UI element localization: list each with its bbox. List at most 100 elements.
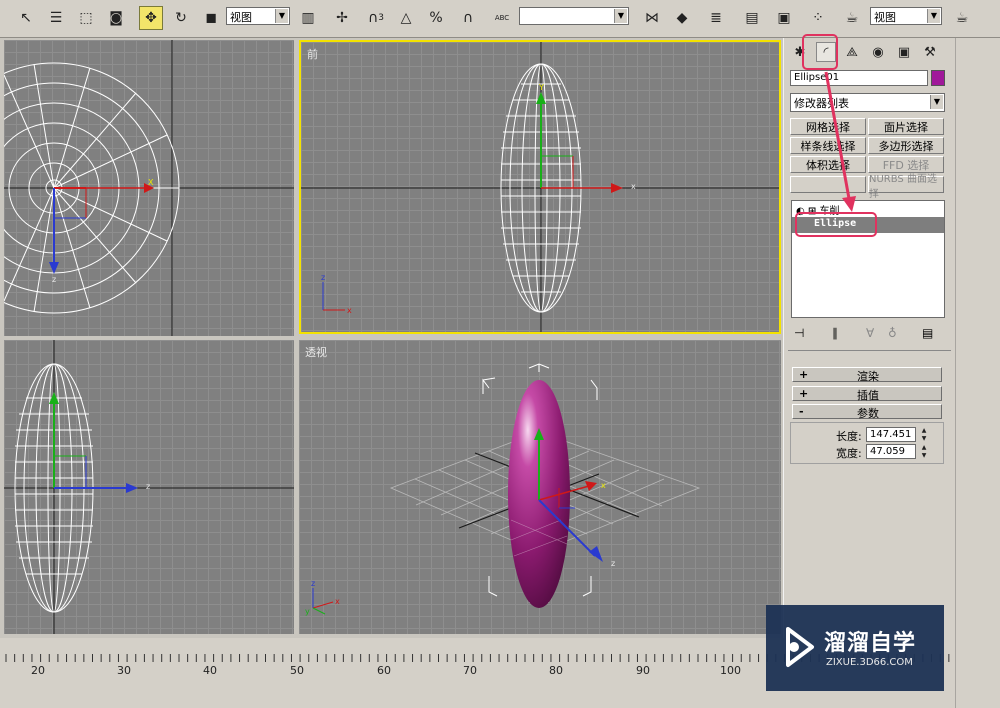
window-crossing-icon[interactable]: ◙ bbox=[104, 6, 128, 30]
abc-label: ABC bbox=[494, 14, 510, 22]
layer-manager-icon[interactable]: ≣ bbox=[704, 6, 728, 30]
svg-text:Y: Y bbox=[538, 83, 544, 92]
command-panel: ✱ ◜ ⟁ ◉ ▣ ⚒ Ellipse01 修改器列表 ▼ 网格选择 面片选择 … bbox=[783, 38, 955, 638]
divider bbox=[788, 350, 951, 351]
stack-item-highlight bbox=[795, 212, 877, 237]
select-move-icon[interactable]: ✥ bbox=[139, 6, 163, 30]
ruler-label: 90 bbox=[636, 664, 650, 677]
left-view-wireframe: z bbox=[4, 340, 294, 634]
configure-sets-icon[interactable]: ▤ bbox=[922, 326, 933, 340]
ruler-label: 50 bbox=[290, 664, 304, 677]
width-label: 宽度: bbox=[836, 447, 862, 460]
viewport-front[interactable]: 前 Y x z x bbox=[299, 40, 781, 334]
display-tab-icon[interactable]: ▣ bbox=[894, 42, 914, 62]
align-icon[interactable]: ◆ bbox=[670, 6, 694, 30]
logo-play-icon bbox=[786, 627, 814, 667]
viewport-left[interactable]: z bbox=[4, 340, 294, 634]
rollout-parameters[interactable]: - 参数 bbox=[792, 404, 942, 420]
select-object-icon[interactable]: ↖ bbox=[14, 6, 38, 30]
angle-snap-icon[interactable]: △ bbox=[394, 6, 418, 30]
modifier-list-value: 修改器列表 bbox=[794, 97, 849, 110]
chevron-down-icon: ▼ bbox=[930, 95, 943, 109]
svg-text:X: X bbox=[148, 178, 154, 187]
width-spinner[interactable]: ▲ ▼ bbox=[919, 444, 929, 460]
material-editor-icon[interactable]: ⁘ bbox=[806, 6, 830, 30]
chevron-down-icon: ▼ bbox=[927, 9, 940, 23]
width-input[interactable]: 47.059 bbox=[866, 444, 916, 459]
render-view-value: 视图 bbox=[874, 11, 896, 24]
watermark: 溜溜自学 ZIXUE.3D66.COM bbox=[766, 605, 944, 691]
perspective-view-render: x z z x y bbox=[305, 363, 701, 616]
viewport-perspective[interactable]: 透视 x z z x y bbox=[299, 340, 781, 634]
select-rotate-icon[interactable]: ↻ bbox=[169, 6, 193, 30]
ruler-label: 60 bbox=[377, 664, 391, 677]
curve-editor-icon[interactable]: ▤ bbox=[740, 6, 764, 30]
select-by-name-icon[interactable]: ☰ bbox=[44, 6, 68, 30]
select-scale-icon[interactable]: ◼ bbox=[199, 6, 223, 30]
patch-select-button[interactable]: 面片选择 bbox=[868, 118, 944, 135]
motion-tab-icon[interactable]: ◉ bbox=[868, 42, 888, 62]
length-spinner[interactable]: ▲ ▼ bbox=[919, 427, 929, 443]
reference-coord-combo[interactable]: 视图 ▼ bbox=[226, 7, 290, 25]
nurbs-select-button[interactable]: NURBS 曲面选择 bbox=[868, 174, 944, 200]
top-view-wireframe: X z bbox=[4, 40, 294, 336]
viewport-area: X z 前 Y x z x z 透视 x z z x y bbox=[0, 38, 783, 638]
reference-coord-value: 视图 bbox=[230, 11, 252, 24]
object-color-swatch[interactable] bbox=[931, 70, 945, 86]
svg-text:z: z bbox=[611, 559, 615, 568]
ruler-label: 80 bbox=[549, 664, 563, 677]
rollout-title: 插值 bbox=[857, 389, 879, 402]
ruler-label: 20 bbox=[31, 664, 45, 677]
modifier-list-combo[interactable]: 修改器列表 ▼ bbox=[790, 93, 945, 112]
hierarchy-tab-icon[interactable]: ⟁ bbox=[842, 42, 862, 62]
snap-toggle-icon[interactable]: ∩ 3 bbox=[364, 6, 388, 30]
snap-dimension-label: 3 bbox=[378, 13, 384, 23]
render-setup-icon[interactable]: ☕ bbox=[840, 6, 864, 30]
utilities-tab-icon[interactable]: ⚒ bbox=[920, 42, 940, 62]
length-label: 长度: bbox=[836, 430, 862, 443]
svg-text:z: z bbox=[52, 275, 56, 284]
rollout-title: 参数 bbox=[857, 407, 879, 420]
svg-text:z: z bbox=[311, 579, 315, 588]
svg-text:z: z bbox=[146, 482, 150, 491]
modify-tab-highlight bbox=[802, 34, 838, 70]
poly-select-button[interactable]: 多边形选择 bbox=[868, 137, 944, 154]
object-name-field[interactable]: Ellipse01 bbox=[790, 70, 928, 86]
named-selection-combo[interactable]: ▼ bbox=[519, 7, 629, 25]
spinner-snap-icon[interactable]: ∩ bbox=[456, 6, 480, 30]
manipulate-icon[interactable]: ✢ bbox=[330, 6, 354, 30]
spline-select-button[interactable]: 样条线选择 bbox=[790, 137, 866, 154]
edit-named-selection-icon[interactable]: ABC bbox=[490, 6, 514, 30]
length-input[interactable]: 147.451 bbox=[866, 427, 916, 442]
volume-select-button[interactable]: 体积选择 bbox=[790, 156, 866, 173]
ruler-label: 30 bbox=[117, 664, 131, 677]
svg-text:y: y bbox=[305, 607, 310, 616]
empty-modifier-button[interactable] bbox=[790, 176, 866, 193]
right-edge-strip bbox=[955, 38, 1000, 708]
remove-modifier-icon[interactable]: ♁ bbox=[888, 326, 897, 340]
pin-stack-icon[interactable]: ⊣ bbox=[794, 326, 804, 340]
viewport-top[interactable]: X z bbox=[4, 40, 294, 336]
svg-text:x: x bbox=[601, 481, 606, 490]
rollout-title: 渲染 bbox=[857, 370, 879, 383]
rollout-interpolation[interactable]: + 插值 bbox=[792, 386, 942, 402]
ruler-label: 100 bbox=[720, 664, 741, 677]
schematic-view-icon[interactable]: ▣ bbox=[772, 6, 796, 30]
show-end-result-icon[interactable]: ∥ bbox=[832, 326, 838, 340]
mesh-select-button[interactable]: 网格选择 bbox=[790, 118, 866, 135]
chevron-down-icon: ▼ bbox=[275, 9, 288, 23]
ruler-label: 70 bbox=[463, 664, 477, 677]
svg-text:x: x bbox=[347, 306, 352, 315]
make-unique-icon[interactable]: ∀ bbox=[866, 326, 874, 340]
percent-snap-icon[interactable]: % bbox=[424, 6, 448, 30]
render-view-combo[interactable]: 视图 ▼ bbox=[870, 7, 942, 25]
svg-text:x: x bbox=[631, 182, 636, 191]
watermark-url: ZIXUE.3D66.COM bbox=[826, 657, 913, 668]
pivot-center-icon[interactable]: ▥ bbox=[296, 6, 320, 30]
rollout-rendering[interactable]: + 渲染 bbox=[792, 367, 942, 383]
watermark-brand: 溜溜自学 bbox=[824, 631, 917, 656]
chevron-down-icon: ▼ bbox=[614, 9, 627, 23]
quick-render-icon[interactable]: ☕ bbox=[950, 6, 974, 30]
rect-selection-icon[interactable]: ⬚ bbox=[74, 6, 98, 30]
mirror-icon[interactable]: ⋈ bbox=[640, 6, 664, 30]
